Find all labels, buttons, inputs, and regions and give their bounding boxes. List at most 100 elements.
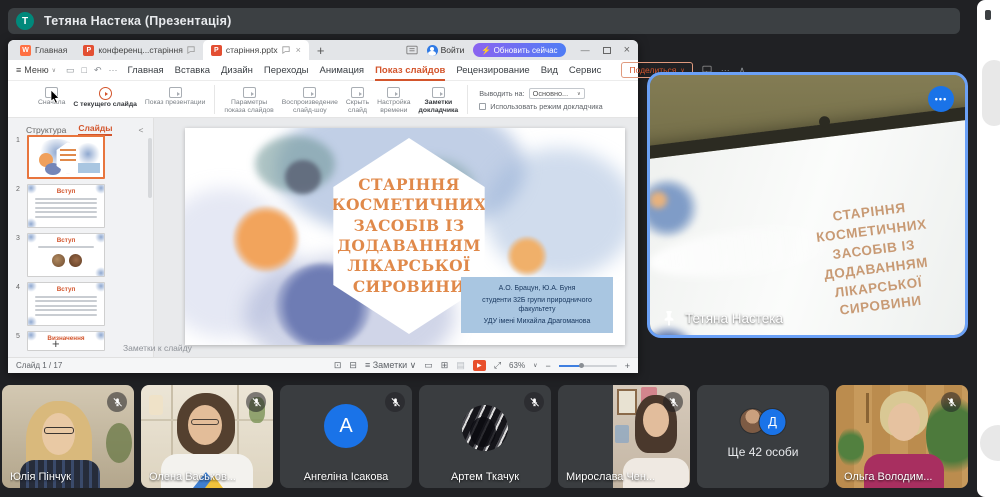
display-on-label: Выводить на:	[479, 89, 524, 98]
close-window-icon[interactable]: ×	[624, 44, 630, 56]
tab-structure[interactable]: Структура	[26, 125, 66, 135]
slide-thumbnail-1[interactable]	[27, 135, 105, 179]
login-label: Войти	[441, 45, 465, 55]
minimize-icon[interactable]: —	[581, 45, 590, 55]
slide-thumbnail-4[interactable]: Вступ	[27, 282, 105, 326]
save-icon[interactable]: ▭	[66, 65, 75, 76]
add-slide-button[interactable]: +	[52, 336, 60, 351]
reading-mode-icon[interactable]	[406, 45, 418, 55]
participant-tile[interactable]: Олена Васьков...	[141, 385, 273, 488]
camera-view: СТАРІННЯ КОСМЕТИЧНИХ ЗАСОБІВ ІЗ ДОДАВАНН…	[650, 75, 965, 335]
wps-doc-tab-1[interactable]: P конференц...старіння	[75, 40, 202, 60]
play-slideshow-button[interactable]: Воспроизведение слайд-шоу	[278, 83, 342, 116]
participant-name: Ангеліна Ісакова	[280, 471, 412, 483]
slide-number: 1	[16, 137, 22, 144]
screen-slide-title: СТАРІННЯ КОСМЕТИЧНИХ ЗАСОБІВ ІЗ ДОДАВАНН…	[765, 191, 968, 329]
pinned-participant-tile[interactable]: СТАРІННЯ КОСМЕТИЧНИХ ЗАСОБІВ ІЗ ДОДАВАНН…	[647, 72, 968, 338]
mic-off-icon	[107, 392, 127, 412]
preview-icon[interactable]: □	[82, 65, 87, 76]
slide-number: 4	[16, 284, 22, 291]
play-circle-icon	[99, 87, 112, 100]
show-presentation-button[interactable]: Показ презентации	[141, 83, 209, 116]
hide-slide-icon	[351, 87, 364, 98]
zoom-out-button[interactable]: −	[545, 361, 550, 371]
doc-tab-1-label: конференц...старіння	[98, 45, 182, 55]
account-icon	[427, 45, 438, 56]
wps-home-tab[interactable]: W Главная	[12, 40, 75, 60]
undo-icon[interactable]: ↶	[94, 65, 102, 76]
timer-icon	[387, 87, 400, 98]
zoom-in-button[interactable]: +	[625, 361, 630, 371]
wps-doc-tab-active[interactable]: P старіння.pptx ×	[203, 40, 309, 60]
notes-hint[interactable]: Заметки к слайду	[123, 343, 192, 353]
participant-tile[interactable]: Ольга Володим...	[836, 385, 968, 488]
handout-icon[interactable]: ⊟	[349, 360, 357, 371]
display-target-select[interactable]: Основно...∨	[529, 88, 585, 99]
menu-item-review[interactable]: Рецензирование	[456, 65, 529, 76]
zoom-slider[interactable]	[559, 365, 617, 367]
menu-item-insert[interactable]: Вставка	[175, 65, 210, 76]
speaker-notes-button[interactable]: Заметки докладчика	[415, 83, 463, 116]
slide-thumbnail-2[interactable]: Вступ	[27, 184, 105, 228]
more-tools-icon[interactable]: ···	[109, 65, 118, 76]
from-current-slide-button[interactable]: С текущего слайда	[69, 83, 141, 116]
fit-slide-icon[interactable]: ⤢	[494, 360, 501, 371]
quick-toolbar[interactable]: ▭ □ ↶ ···	[66, 65, 118, 76]
menu-item-home[interactable]: Главная	[128, 65, 164, 76]
panel-cropped-button[interactable]	[980, 425, 1000, 461]
menu-item-tools[interactable]: Сервис	[569, 65, 602, 76]
spellcheck-icon[interactable]: ⊡	[334, 360, 342, 371]
home-tab-label: Главная	[35, 45, 67, 55]
slide-thumbnail-5[interactable]: Визначення	[27, 331, 105, 351]
wps-window: W Главная P конференц...старіння P старі…	[8, 40, 638, 373]
zoom-level[interactable]: 63%	[509, 361, 525, 370]
screen-blue-flower	[647, 324, 700, 338]
participant-tile[interactable]: А Ангеліна Ісакова	[280, 385, 412, 488]
slideshow-settings-button[interactable]: Параметры показа слайдов	[220, 83, 277, 116]
mouse-cursor	[50, 90, 60, 104]
menu-button[interactable]: ≡ Меню ∨	[16, 65, 56, 75]
zoom-caret-icon[interactable]: ∨	[533, 362, 537, 369]
menu-item-transitions[interactable]: Переходы	[264, 65, 309, 76]
wps-tab-bar: W Главная P конференц...старіння P старі…	[8, 40, 638, 60]
hide-slide-button[interactable]: Скрыть слайд	[342, 83, 373, 116]
update-now-button[interactable]: ⚡ Обновить сейчас	[473, 43, 565, 57]
current-slide[interactable]: СТАРІННЯ КОСМЕТИЧНИХ ЗАСОБІВ ІЗ ДОДАВАНН…	[185, 128, 625, 345]
panel-scrollbar[interactable]	[148, 138, 152, 198]
menu-item-slideshow[interactable]: Показ слайдов	[375, 65, 445, 76]
login-button[interactable]: Войти	[427, 45, 465, 56]
panel-cropped-control[interactable]	[982, 60, 1000, 126]
mic-off-icon	[663, 392, 683, 412]
meet-stage: Т Тетяна Настека (Презентація) W Главная…	[0, 0, 1000, 497]
rehearse-timings-button[interactable]: Настройка времени	[373, 83, 414, 116]
normal-view-icon[interactable]: ▭	[424, 360, 433, 371]
slideshow-play-button[interactable]: ▶	[473, 360, 486, 371]
participant-tile[interactable]: Артем Ткачук	[419, 385, 551, 488]
reading-view-icon[interactable]: ▤	[456, 360, 465, 371]
slides-panel: Структура Слайды < 1	[8, 118, 154, 357]
small-orange-flower	[507, 236, 547, 276]
menu-item-design[interactable]: Дизайн	[221, 65, 253, 76]
maximize-icon[interactable]	[603, 47, 611, 54]
slide-sorter-icon[interactable]: ⊞	[441, 360, 449, 371]
collapse-panel-icon[interactable]: <	[138, 125, 143, 135]
participant-tile[interactable]: Мирослава Чен...	[558, 385, 690, 488]
participant-tile[interactable]: Юлія Пінчук	[2, 385, 134, 488]
tile-more-options-button[interactable]: •••	[928, 86, 954, 112]
chevron-down-icon: ∨	[52, 67, 56, 74]
menu-item-view[interactable]: Вид	[541, 65, 558, 76]
participant-name: Ольга Володим...	[844, 471, 932, 483]
menu-item-animation[interactable]: Анимация	[319, 65, 364, 76]
close-tab-icon[interactable]: ×	[296, 45, 301, 55]
participant-name: Мирослава Чен...	[566, 471, 655, 483]
zoom-slider-knob[interactable]	[579, 363, 584, 368]
presenter-mode-checkbox[interactable]	[479, 103, 486, 110]
notes-toggle[interactable]: ≡ Заметки ∨	[365, 360, 416, 371]
notes-icon	[432, 87, 445, 98]
group-line: студенти 32Б групи природничого факульте…	[465, 296, 609, 315]
new-tab-button[interactable]: +	[317, 43, 325, 58]
slide-thumbnail-3[interactable]: Вступ	[27, 233, 105, 277]
mic-off-icon	[524, 392, 544, 412]
pin-icon	[662, 310, 676, 326]
overflow-participants-tile[interactable]: Д Ще 42 особи	[697, 385, 829, 488]
